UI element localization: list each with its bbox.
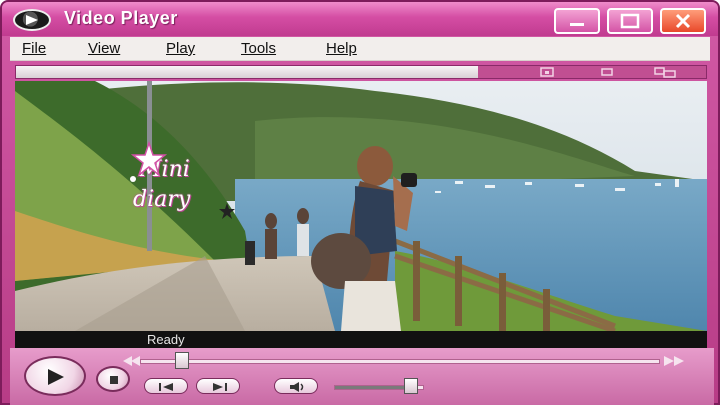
close-button[interactable] xyxy=(660,8,706,34)
minimize-button[interactable] xyxy=(554,8,600,34)
menu-help[interactable]: Help xyxy=(326,40,357,57)
title-bar[interactable]: Video Player xyxy=(2,2,718,36)
status-text: Ready xyxy=(147,332,185,347)
film-reel-icon xyxy=(13,9,51,31)
video-player-window: Video Player File View Play Tools Help M… xyxy=(0,0,720,405)
menu-file[interactable]: File xyxy=(22,40,46,57)
video-scene xyxy=(15,81,707,331)
volume-level-fill xyxy=(335,386,412,389)
fullscreen-icon[interactable] xyxy=(652,67,678,78)
menu-bar: File View Play Tools Help xyxy=(10,37,710,61)
compact-mode-icon[interactable] xyxy=(596,67,618,78)
seek-bar[interactable] xyxy=(15,65,707,79)
menu-play[interactable]: Play xyxy=(166,40,195,57)
previous-button[interactable] xyxy=(144,378,188,394)
sparkle-decoration xyxy=(130,141,235,219)
window-title: Video Player xyxy=(64,8,178,28)
status-bar: Ready xyxy=(15,331,707,348)
maximize-button[interactable] xyxy=(607,8,653,34)
close-icon xyxy=(675,13,691,29)
position-slider-thumb[interactable] xyxy=(175,352,189,369)
maximize-icon xyxy=(620,13,640,29)
menu-tools[interactable]: Tools xyxy=(241,40,276,57)
mute-button[interactable] xyxy=(274,378,318,394)
minimize-icon xyxy=(570,23,584,26)
volume-slider-thumb[interactable] xyxy=(404,378,418,394)
skip-forward-icon xyxy=(213,383,227,391)
menu-view[interactable]: View xyxy=(88,40,120,57)
skip-back-icon xyxy=(159,383,173,391)
stop-button[interactable] xyxy=(96,366,130,392)
play-button[interactable] xyxy=(24,356,86,396)
position-slider-track[interactable] xyxy=(140,359,660,364)
buffer-fill xyxy=(16,66,478,78)
rewind-icon[interactable] xyxy=(122,355,142,367)
next-button[interactable] xyxy=(196,378,240,394)
video-frame[interactable]: Mini diary xyxy=(15,81,707,331)
stop-icon xyxy=(110,376,118,384)
play-icon xyxy=(48,369,64,385)
speaker-icon xyxy=(290,382,304,392)
snapshot-icon[interactable] xyxy=(536,67,558,78)
playback-controls xyxy=(10,348,714,405)
fast-forward-icon[interactable] xyxy=(662,355,692,367)
